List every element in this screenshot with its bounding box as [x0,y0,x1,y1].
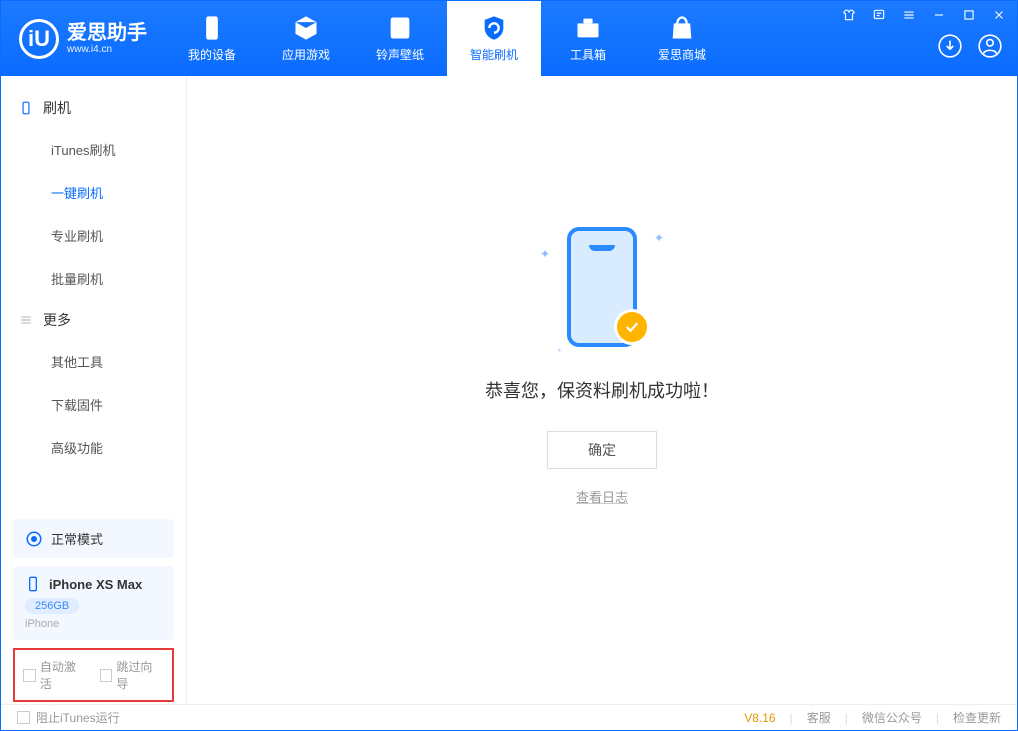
device-type: iPhone [25,618,162,630]
logo-title: 爱思助手 [67,22,147,44]
menu-icon[interactable] [901,7,917,23]
close-icon[interactable] [991,7,1007,23]
device-box[interactable]: iPhone XS Max 256GB iPhone [13,566,174,640]
tab-ringtones-wallpapers[interactable]: 铃声壁纸 [353,1,447,76]
checkbox-label: 阻止iTunes运行 [36,709,120,726]
cube-icon [292,14,320,42]
divider: | [936,711,939,725]
device-name: iPhone XS Max [49,577,142,592]
flash-options-row: 自动激活 跳过向导 [13,648,174,702]
mode-box[interactable]: 正常模式 [13,519,174,558]
sparkle-icon: ✦ [540,247,550,261]
checkbox-icon [17,711,30,724]
list-icon [19,313,33,327]
tab-my-device[interactable]: 我的设备 [165,1,259,76]
user-icon[interactable] [977,33,1003,64]
shirt-icon[interactable] [841,7,857,23]
group-title: 更多 [43,310,71,330]
tab-store[interactable]: 爱思商城 [635,1,729,76]
tab-label: 工具箱 [570,46,606,63]
sidebar-item-download-firmware[interactable]: 下载固件 [1,383,186,426]
device-icon [198,14,226,42]
sync-icon [25,530,43,548]
tab-apps-games[interactable]: 应用游戏 [259,1,353,76]
window-controls [841,7,1007,23]
divider: | [845,711,848,725]
refresh-shield-icon [480,14,508,42]
divider: | [790,711,793,725]
sidebar-group-more: 更多 [1,300,186,340]
tab-label: 我的设备 [188,46,236,63]
header-bar: iU 爱思助手 www.i4.cn 我的设备 应用游戏 铃声壁纸 智能刷机 工具… [1,1,1017,76]
sparkle-icon: ✦ [556,346,563,355]
success-illustration: ✦ ✦ ✦ [532,217,672,357]
group-title: 刷机 [43,98,71,118]
toolbox-icon [574,14,602,42]
version-label: V8.16 [744,711,775,725]
logo-area[interactable]: iU 爱思助手 www.i4.cn [1,1,165,76]
tab-label: 爱思商城 [658,46,706,63]
tab-smart-flash[interactable]: 智能刷机 [447,1,541,76]
footer-link-wechat[interactable]: 微信公众号 [862,709,922,726]
device-capacity: 256GB [25,598,79,614]
tab-label: 智能刷机 [470,46,518,63]
bag-icon [668,14,696,42]
checkbox-label: 自动激活 [40,658,88,692]
footer-bar: 阻止iTunes运行 V8.16 | 客服 | 微信公众号 | 检查更新 [1,704,1017,730]
checkbox-label: 跳过向导 [116,658,164,692]
tab-label: 铃声壁纸 [376,46,424,63]
checkbox-skip-guide[interactable]: 跳过向导 [100,658,165,692]
logo-url: www.i4.cn [67,44,147,55]
minimize-icon[interactable] [931,7,947,23]
top-tabs: 我的设备 应用游戏 铃声壁纸 智能刷机 工具箱 爱思商城 [165,1,729,76]
maximize-icon[interactable] [961,7,977,23]
feedback-icon[interactable] [871,7,887,23]
success-message: 恭喜您，保资料刷机成功啦！ [485,377,719,403]
phone-icon [19,101,33,115]
checkbox-icon [23,669,36,682]
download-icon[interactable] [937,33,963,64]
main-content: ✦ ✦ ✦ 恭喜您，保资料刷机成功啦！ 确定 查看日志 [187,76,1017,706]
tab-label: 应用游戏 [282,46,330,63]
mode-label: 正常模式 [51,529,103,548]
sidebar-group-flash: 刷机 [1,88,186,128]
checkbox-auto-activate[interactable]: 自动激活 [23,658,88,692]
sidebar-item-pro-flash[interactable]: 专业刷机 [1,214,186,257]
sidebar-item-advanced[interactable]: 高级功能 [1,426,186,469]
footer-link-check-update[interactable]: 检查更新 [953,709,1001,726]
sidebar-item-other-tools[interactable]: 其他工具 [1,340,186,383]
sparkle-icon: ✦ [654,231,664,245]
sidebar-item-itunes-flash[interactable]: iTunes刷机 [1,128,186,171]
music-icon [386,14,414,42]
footer-link-customer-service[interactable]: 客服 [807,709,831,726]
checkmark-badge-icon [614,309,650,345]
device-icon [25,576,41,592]
tab-toolbox[interactable]: 工具箱 [541,1,635,76]
view-log-link[interactable]: 查看日志 [576,487,628,506]
checkbox-icon [100,669,113,682]
sidebar: 刷机 iTunes刷机 一键刷机 专业刷机 批量刷机 更多 其他工具 下载固件 … [1,76,187,706]
checkbox-block-itunes[interactable]: 阻止iTunes运行 [17,709,120,726]
sidebar-item-oneclick-flash[interactable]: 一键刷机 [1,171,186,214]
logo-icon: iU [19,19,59,59]
header-right [841,1,1017,76]
sidebar-item-batch-flash[interactable]: 批量刷机 [1,257,186,300]
confirm-button[interactable]: 确定 [547,431,657,469]
